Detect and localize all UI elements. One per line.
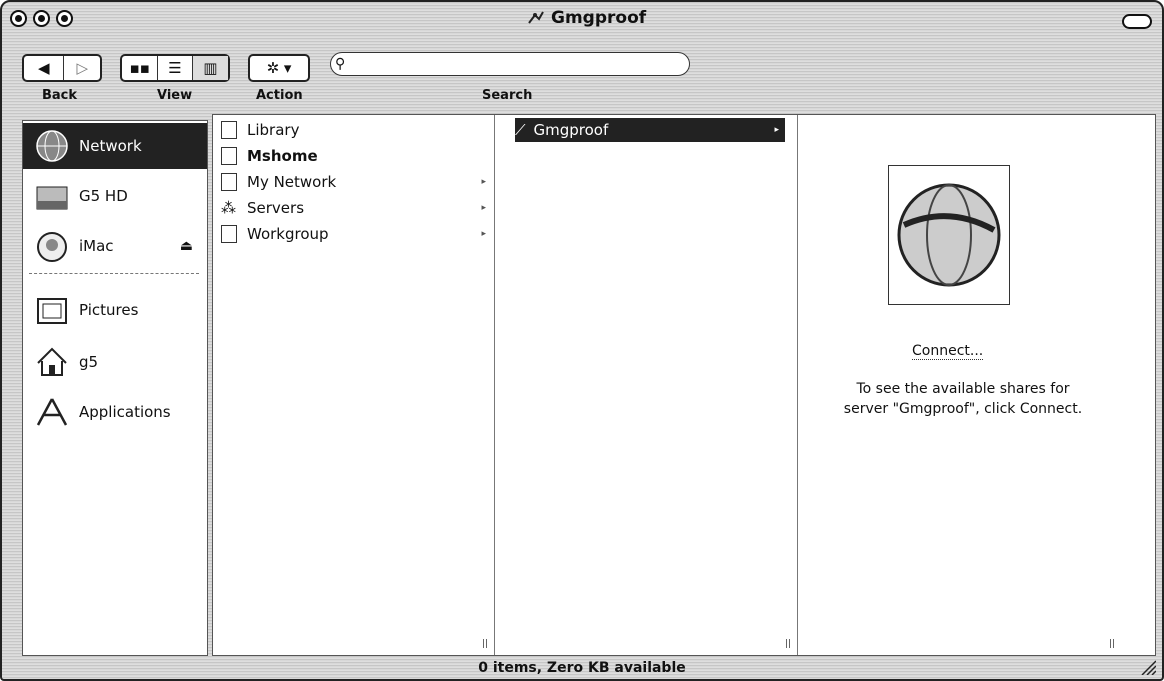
list-view-icon: ☰	[168, 59, 182, 77]
network-server-icon	[528, 11, 544, 24]
column-resize-handle[interactable]: ||	[1109, 639, 1115, 649]
resize-grip-icon[interactable]	[1140, 659, 1156, 675]
window-title-text: Gmgproof	[551, 8, 647, 28]
connect-button[interactable]: Connect...	[912, 343, 984, 360]
sidebar-item-label: Pictures	[79, 301, 139, 319]
applications-icon	[31, 393, 73, 431]
column-browser: Library Mshome My Network ▸ ⁂ Servers ▸ Wor…	[212, 114, 1156, 656]
column-resize-handle[interactable]: ||	[785, 639, 791, 649]
list-item[interactable]: Library	[221, 118, 486, 142]
sidebar-item-network[interactable]: Network	[23, 123, 207, 169]
list-item[interactable]: My Network ▸	[221, 170, 486, 194]
disclosure-arrow-icon: ▸	[481, 203, 486, 213]
window-controls	[10, 10, 73, 27]
minimize-button[interactable]	[33, 10, 50, 27]
sidebar-item-g5[interactable]: g5	[23, 339, 207, 385]
folder-icon	[221, 147, 237, 165]
title-bar: Gmgproof	[2, 2, 1162, 42]
back-label: Back	[42, 88, 78, 103]
sidebar-item-label: G5 HD	[79, 187, 128, 205]
back-button[interactable]: ◀	[24, 56, 63, 80]
disclosure-arrow-icon: ▸	[774, 125, 779, 135]
list-item[interactable]: Mshome	[221, 144, 486, 168]
imac-icon	[31, 227, 73, 265]
connect-info-text: To see the available shares for server "…	[843, 381, 1083, 417]
icon-view-button[interactable]: ▪▪	[122, 56, 157, 80]
preview-pane: Connect... To see the available shares f…	[798, 115, 1098, 655]
finder-window: Gmgproof ◀ ▷ ▪▪ ☰ ▥ ✲ ▾ ⚲ Back View Acti…	[0, 0, 1164, 681]
folder-icon	[221, 225, 237, 243]
list-item[interactable]: ⁂ Servers ▸	[221, 196, 486, 220]
sidebar-item-label: g5	[79, 353, 99, 371]
forward-button[interactable]: ▷	[63, 56, 100, 80]
browser-column-1: Library Mshome My Network ▸ ⁂ Servers ▸ Wor…	[213, 115, 495, 655]
browser-column-2: ⟋ Gmgproof ▸ ||	[495, 115, 798, 655]
back-forward-buttons: ◀ ▷	[22, 54, 102, 82]
eject-icon[interactable]: ⏏	[180, 238, 193, 254]
folder-icon	[221, 121, 237, 139]
sidebar-item-label: iMac	[79, 237, 114, 255]
disclosure-arrow-icon: ▸	[481, 229, 486, 239]
back-arrow-icon: ◀	[37, 59, 50, 77]
sidebar-item-g5hd[interactable]: G5 HD	[23, 173, 207, 219]
search-label: Search	[482, 88, 533, 103]
sidebar-item-imac[interactable]: iMac ⏏	[23, 223, 207, 269]
sidebar-divider	[29, 273, 199, 274]
action-label: Action	[256, 88, 303, 103]
sidebar-item-label: Network	[79, 137, 142, 155]
toolbar-toggle-button[interactable]	[1122, 14, 1152, 29]
status-bar: 0 items, Zero KB available	[478, 660, 686, 676]
icon-view-icon: ▪▪	[129, 59, 150, 77]
hard-drive-icon	[31, 177, 73, 215]
server-preview-image	[888, 165, 1010, 305]
disclosure-arrow-icon: ▸	[481, 177, 486, 187]
window-title: Gmgproof	[527, 8, 646, 28]
toolbar: ◀ ▷ ▪▪ ☰ ▥ ✲ ▾ ⚲ Back View Action Search	[2, 48, 1162, 106]
network-server-icon: ⟋	[515, 121, 526, 139]
search-field[interactable]: ⚲	[330, 52, 690, 76]
list-view-button[interactable]: ☰	[157, 56, 191, 80]
zoom-button[interactable]	[56, 10, 73, 27]
search-input[interactable]	[349, 55, 674, 73]
gear-icon: ✲ ▾	[266, 59, 292, 77]
column-view-icon: ▥	[203, 59, 218, 77]
action-gear: ✲ ▾	[250, 56, 308, 80]
action-button[interactable]: ✲ ▾	[248, 54, 310, 82]
view-label: View	[157, 88, 193, 103]
list-item[interactable]: ⟋ Gmgproof ▸	[515, 118, 785, 142]
sidebar: Network G5 HD iMac ⏏ Pictures g5 Applica…	[22, 120, 208, 656]
servers-icon: ⁂	[221, 199, 237, 217]
forward-arrow-icon: ▷	[76, 59, 88, 77]
list-item[interactable]: Workgroup ▸	[221, 222, 486, 246]
sidebar-item-pictures[interactable]: Pictures	[23, 287, 207, 333]
network-globe-icon	[897, 183, 1001, 287]
column-resize-handle[interactable]: ||	[482, 639, 488, 649]
sidebar-item-applications[interactable]: Applications	[23, 389, 207, 435]
pictures-folder-icon	[31, 291, 73, 329]
search-icon: ⚲	[335, 56, 346, 72]
view-buttons: ▪▪ ☰ ▥	[120, 54, 230, 82]
column-view-button[interactable]: ▥	[191, 56, 229, 80]
folder-icon	[221, 173, 237, 191]
sidebar-item-label: Applications	[79, 403, 171, 421]
close-button[interactable]	[10, 10, 27, 27]
home-icon	[31, 343, 73, 381]
network-globe-icon	[31, 127, 73, 165]
